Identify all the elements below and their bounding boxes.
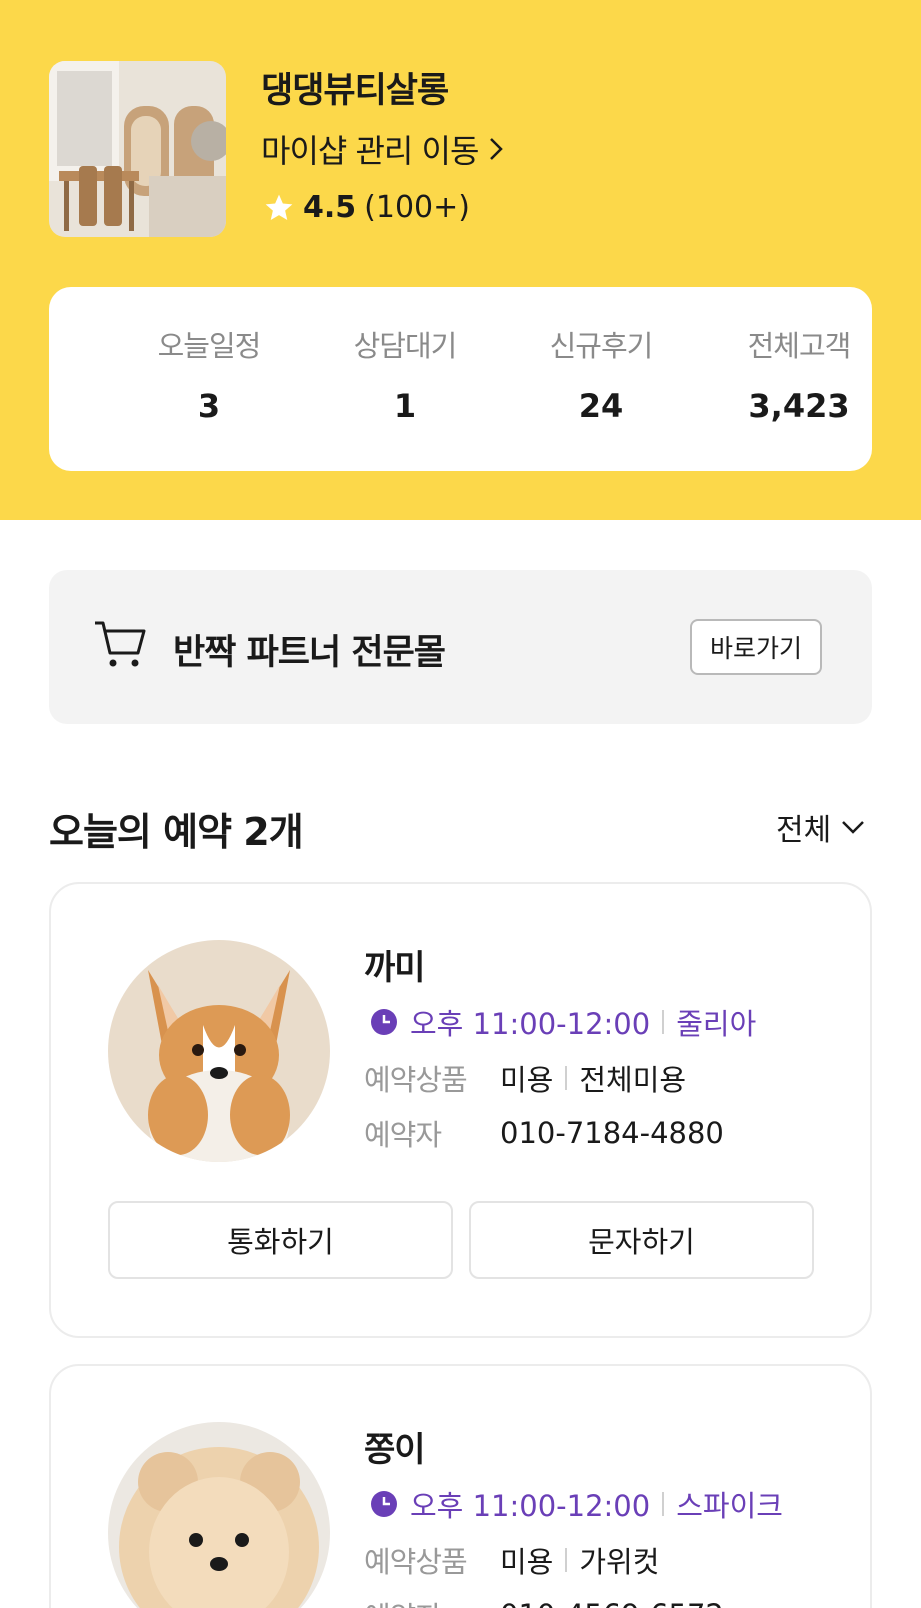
- reservation-time: 오후 11:00-12:00: [410, 1489, 651, 1523]
- reservation-card[interactable]: 쫑이 오후 11:00-12:00 스파이크 예약상품 미용 가위컷 예약자 0…: [49, 1364, 872, 1608]
- reservation-time-row: 오후 11:00-12:00 줄리아: [370, 1001, 756, 1043]
- pet-name: 까미: [364, 948, 426, 988]
- shop-manage-link[interactable]: 마이샵 관리 이동: [261, 126, 504, 172]
- shop-manage-label: 마이샵 관리 이동: [261, 132, 479, 170]
- divider: [662, 1492, 665, 1516]
- sms-button[interactable]: 문자하기: [469, 1201, 814, 1279]
- clock-icon: [371, 1009, 397, 1035]
- booker-label: 예약자: [364, 1594, 500, 1608]
- product-category: 미용: [500, 1063, 554, 1097]
- stat-value: 3: [197, 387, 221, 425]
- product-row: 예약상품 미용 전체미용: [364, 1057, 686, 1099]
- product-value: 미용 전체미용: [500, 1057, 686, 1099]
- reservation-time-row: 오후 11:00-12:00 스파이크: [370, 1483, 783, 1525]
- cart-icon: [95, 621, 146, 667]
- booker-phone: 010-4569-6572: [500, 1598, 724, 1608]
- banner-title: 반짝 파트너 전문몰: [173, 633, 446, 673]
- stat-label: 전체고객: [747, 329, 852, 363]
- product-row: 예약상품 미용 가위컷: [364, 1539, 659, 1581]
- stat-value: 1: [393, 387, 417, 425]
- booker-row: 예약자 010-4569-6572: [364, 1594, 724, 1608]
- pet-avatar: [108, 940, 330, 1162]
- go-shortcut-button[interactable]: 바로가기: [690, 619, 822, 675]
- star-icon: [265, 194, 293, 220]
- stat-new-reviews[interactable]: 신규후기 24: [501, 323, 701, 425]
- stat-today-schedule[interactable]: 오늘일정 3: [109, 323, 309, 425]
- product-name: 가위컷: [579, 1545, 660, 1579]
- divider: [662, 1010, 665, 1034]
- divider: [565, 1548, 568, 1572]
- stat-label: 신규후기: [549, 329, 654, 363]
- product-label: 예약상품: [364, 1063, 468, 1097]
- product-category: 미용: [500, 1545, 554, 1579]
- booker-row: 예약자 010-7184-4880: [364, 1112, 724, 1154]
- partner-mall-banner[interactable]: 반짝 파트너 전문몰 바로가기: [49, 570, 872, 724]
- pet-name: 쫑이: [364, 1430, 426, 1470]
- shop-rating: 4.5 (100+): [263, 190, 470, 225]
- call-button[interactable]: 통화하기: [108, 1201, 453, 1279]
- stat-value: 3,423: [748, 387, 850, 425]
- booker-phone: 010-7184-4880: [500, 1116, 724, 1150]
- shop-header: 댕댕뷰티살롱 마이샵 관리 이동 4.5 (100+) 오늘일정 3 상담대기 …: [0, 0, 921, 520]
- stat-label: 오늘일정: [157, 329, 262, 363]
- chevron-down-icon: [842, 821, 865, 834]
- product-value: 미용 가위컷: [500, 1539, 659, 1581]
- product-name: 전체미용: [579, 1063, 687, 1097]
- stat-value: 24: [578, 387, 624, 425]
- chevron-right-icon: [490, 138, 504, 160]
- staff-name: 줄리아: [676, 1007, 757, 1041]
- stat-consult-waiting[interactable]: 상담대기 1: [305, 323, 505, 425]
- filter-label: 전체: [776, 813, 832, 848]
- staff-name: 스파이크: [676, 1489, 783, 1523]
- divider: [565, 1066, 568, 1090]
- product-label: 예약상품: [364, 1545, 468, 1579]
- reservations-title: 오늘의 예약 2개: [49, 810, 304, 854]
- rating-score: 4.5: [303, 190, 357, 225]
- stats-panel: 오늘일정 3 상담대기 1 신규후기 24 전체고객 3,423: [49, 287, 872, 471]
- clock-icon: [371, 1491, 397, 1517]
- review-count: (100+): [364, 190, 470, 225]
- stat-label: 상담대기: [353, 329, 458, 363]
- shop-photo: [49, 61, 226, 237]
- shop-name: 댕댕뷰티살롱: [261, 71, 449, 111]
- reservation-time: 오후 11:00-12:00: [410, 1007, 651, 1041]
- pet-avatar: [108, 1422, 330, 1608]
- booker-label: 예약자: [364, 1118, 442, 1152]
- stat-total-customers[interactable]: 전체고객 3,423: [699, 323, 899, 425]
- reservation-card[interactable]: 까미 오후 11:00-12:00 줄리아 예약상품 미용 전체미용 예약자 0…: [49, 882, 872, 1338]
- reservation-filter[interactable]: 전체: [776, 805, 865, 849]
